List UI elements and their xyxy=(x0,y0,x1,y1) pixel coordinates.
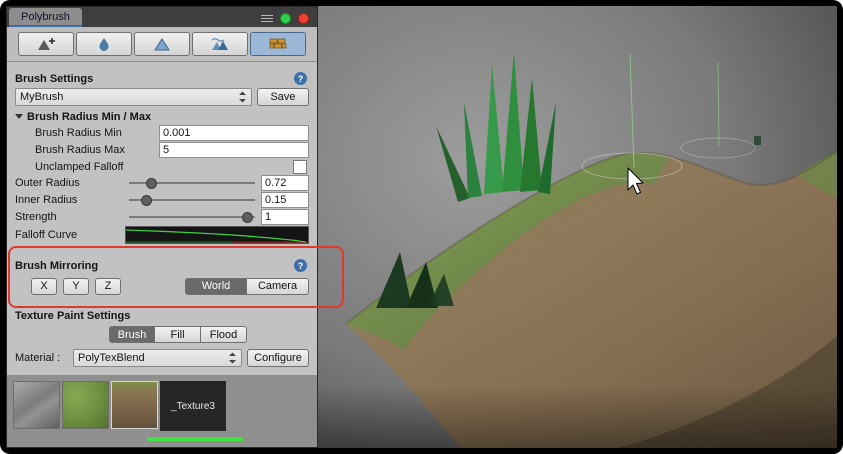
scatter-prefab-icon xyxy=(209,36,231,52)
slider-thumb[interactable] xyxy=(146,178,157,189)
unclamped-falloff-checkbox[interactable] xyxy=(293,160,307,174)
texture-swatch-texture3[interactable]: _Texture3 xyxy=(160,381,226,431)
texture-swatch-dirt[interactable] xyxy=(111,381,158,429)
tool-smooth-button[interactable] xyxy=(76,32,132,56)
popup-arrows-icon xyxy=(238,91,247,103)
sculpt-mountain-icon xyxy=(35,36,57,52)
outer-radius-label: Outer Radius xyxy=(15,177,123,189)
radius-foldout-label: Brush Radius Min / Max xyxy=(27,111,151,123)
brush-preset-value: MyBrush xyxy=(20,91,238,103)
scene-render xyxy=(318,6,837,448)
falloff-curve-field[interactable] xyxy=(125,226,309,244)
material-label: Material : xyxy=(15,352,73,364)
mode-brush-button[interactable]: Brush xyxy=(109,326,155,343)
strength-slider[interactable] xyxy=(129,210,255,224)
smooth-droplet-icon xyxy=(93,36,115,52)
save-button[interactable]: Save xyxy=(257,88,309,106)
texture3-label: _Texture3 xyxy=(171,401,215,412)
mirror-space-toggle: World Camera xyxy=(185,278,309,295)
space-camera-button[interactable]: Camera xyxy=(247,278,309,295)
window-menu-icon[interactable] xyxy=(261,15,273,23)
tab-label: Polybrush xyxy=(21,11,70,23)
texture-swatch-grass[interactable] xyxy=(62,381,109,429)
inner-radius-slider[interactable] xyxy=(129,193,255,207)
panel-content: Brush Settings ? MyBrush Save Brush Radi… xyxy=(7,62,317,447)
close-dot-icon[interactable] xyxy=(298,13,309,24)
inner-radius-label: Inner Radius xyxy=(15,194,123,206)
falloff-curve-label: Falloff Curve xyxy=(15,229,119,241)
material-value: PolyTexBlend xyxy=(78,352,228,364)
unclamped-falloff-label: Unclamped Falloff xyxy=(35,161,177,173)
strength-label: Strength xyxy=(15,211,123,223)
tool-color-paint-button[interactable] xyxy=(134,32,190,56)
texture-palette: _Texture3 xyxy=(7,375,317,447)
minimize-dot-icon[interactable] xyxy=(280,13,291,24)
brush-radius-min-input[interactable] xyxy=(159,125,309,141)
brush-radius-max-input[interactable] xyxy=(159,142,309,158)
outer-radius-value-input[interactable] xyxy=(261,175,309,191)
outer-radius-slider[interactable] xyxy=(129,176,255,190)
polybrush-window: Polybrush xyxy=(6,6,318,448)
brush-radius-min-label: Brush Radius Min xyxy=(35,127,159,139)
section-title-brush-mirroring: Brush Mirroring xyxy=(15,260,98,272)
tab-polybrush[interactable]: Polybrush xyxy=(9,8,82,27)
slider-track xyxy=(129,216,255,218)
brush-preset-dropdown[interactable]: MyBrush xyxy=(15,88,252,106)
window-controls xyxy=(261,13,317,27)
mirror-y-button[interactable]: Y xyxy=(63,278,89,295)
mode-fill-button[interactable]: Fill xyxy=(155,326,201,343)
popup-arrows-icon xyxy=(228,352,237,364)
tool-sculpt-button[interactable] xyxy=(18,32,74,56)
strength-value-input[interactable] xyxy=(261,209,309,225)
brush-radius-max-label: Brush Radius Max xyxy=(35,144,159,156)
inner-radius-value-input[interactable] xyxy=(261,192,309,208)
texture-swatch-rock[interactable] xyxy=(13,381,60,429)
color-paint-triangle-icon xyxy=(151,36,173,52)
slider-thumb[interactable] xyxy=(242,212,253,223)
falloff-curve-icon xyxy=(126,227,308,243)
brush-mirroring-help-icon[interactable]: ? xyxy=(294,259,307,272)
scene-viewport[interactable] xyxy=(318,6,837,448)
screenshot-frame: Polybrush xyxy=(0,0,843,454)
texture-bricks-icon xyxy=(267,36,289,52)
window-titlebar: Polybrush xyxy=(7,7,317,27)
section-title-texture-paint: Texture Paint Settings xyxy=(15,310,130,322)
tool-scatter-button[interactable] xyxy=(192,32,248,56)
mirror-z-button[interactable]: Z xyxy=(95,278,121,295)
tool-toolbar xyxy=(7,27,317,62)
paint-mode-toggle: Brush Fill Flood xyxy=(109,326,309,343)
texture-blend-progress-bar xyxy=(147,437,243,441)
mode-flood-button[interactable]: Flood xyxy=(201,326,247,343)
space-world-button[interactable]: World xyxy=(185,278,247,295)
brush-settings-help-icon[interactable]: ? xyxy=(294,72,307,85)
tool-texture-paint-button[interactable] xyxy=(250,32,306,56)
foldout-arrow-icon[interactable] xyxy=(15,114,23,119)
slider-thumb[interactable] xyxy=(141,195,152,206)
mirror-x-button[interactable]: X xyxy=(31,278,57,295)
material-dropdown[interactable]: PolyTexBlend xyxy=(73,349,242,367)
configure-button[interactable]: Configure xyxy=(247,349,309,367)
section-title-brush-settings: Brush Settings xyxy=(15,73,93,85)
